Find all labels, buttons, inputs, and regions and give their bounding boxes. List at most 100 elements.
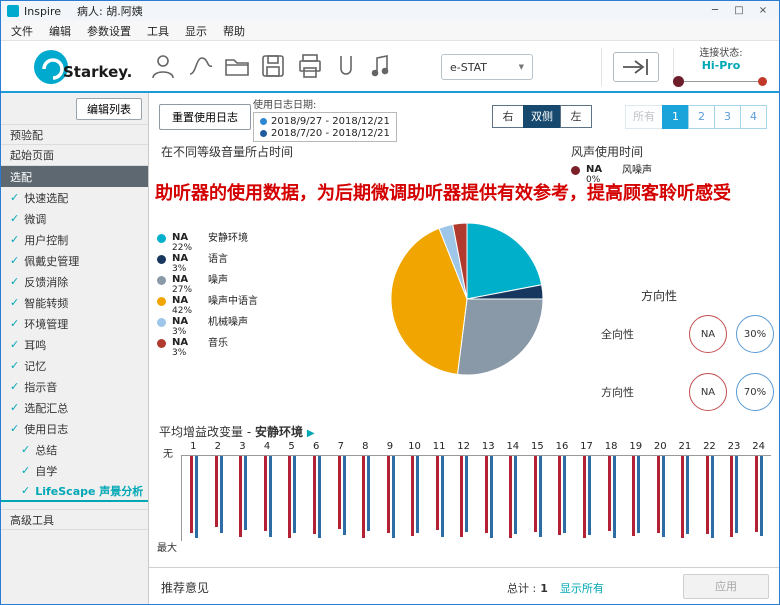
- gain-bar-右: [436, 456, 439, 530]
- gain-bar-右: [387, 456, 390, 533]
- sidebar-item-15[interactable]: ✓总结: [1, 439, 148, 460]
- audiogram-icon[interactable]: [187, 52, 215, 80]
- open-folder-icon[interactable]: [223, 52, 251, 80]
- side-button-1[interactable]: 双侧: [523, 105, 561, 128]
- side-button-2[interactable]: 左: [560, 105, 592, 128]
- side-toggle-group: 右双侧左: [493, 105, 592, 128]
- quickfit-icon[interactable]: [332, 52, 360, 80]
- sidebar-item-label: 反馈消除: [24, 274, 68, 290]
- directionality-na-circle: NA: [689, 373, 727, 411]
- gain-channel-number: 4: [255, 441, 280, 455]
- check-icon: ✓: [10, 296, 19, 309]
- sidebar-item-10[interactable]: ✓耳鸣: [1, 334, 148, 355]
- menu-item-1[interactable]: 编辑: [41, 21, 79, 41]
- sidebar-item-label: 微调: [24, 211, 46, 227]
- memory-button-2[interactable]: 2: [688, 105, 715, 129]
- gain-channel-number: 18: [599, 441, 624, 455]
- check-icon: ✓: [10, 401, 19, 414]
- legend-na: NA: [172, 254, 208, 264]
- sidebar-item-8[interactable]: ✓智能转频: [1, 292, 148, 313]
- sidebar-item-18[interactable]: 高级工具: [1, 509, 148, 530]
- check-icon: ✓: [10, 233, 19, 246]
- footer-bar: 推荐意见 总计 :1显示所有 应用: [149, 567, 779, 604]
- legend-dot-icon: [157, 255, 166, 264]
- gain-channel-number: 3: [230, 441, 255, 455]
- print-icon[interactable]: [296, 52, 324, 80]
- sidebar-item-16[interactable]: ✓自学: [1, 460, 148, 481]
- total-value: 1: [540, 582, 548, 595]
- patient-icon[interactable]: [149, 52, 177, 80]
- sidebar-item-17[interactable]: ✓LifeScape 声景分析: [1, 481, 148, 502]
- gain-section-title: 平均增益改变量 - 安静环境 ▶: [159, 423, 315, 440]
- close-button[interactable]: ×: [751, 3, 775, 19]
- gain-bar-左: [514, 456, 517, 534]
- gain-channel-8: [354, 456, 379, 541]
- memory-button-4[interactable]: 4: [740, 105, 767, 129]
- gain-channel-number: 8: [353, 441, 378, 455]
- sidebar-item-3[interactable]: ✓快速选配: [1, 187, 148, 208]
- gain-channel-3: [231, 456, 256, 541]
- menu-item-0[interactable]: 文件: [3, 21, 41, 41]
- sidebar-item-label: LifeScape 声景分析: [35, 483, 143, 499]
- brand-text: Starkey.: [63, 63, 132, 81]
- legend-item-4: NA3%机械噪声: [157, 317, 258, 338]
- legend-item-2: NA27%噪声: [157, 275, 258, 296]
- minimize-button[interactable]: ─: [703, 3, 727, 19]
- sidebar-item-label: 自学: [35, 463, 57, 479]
- legend-percent: 22%: [172, 243, 208, 253]
- sidebar-item-7[interactable]: ✓反馈消除: [1, 271, 148, 292]
- sidebar-item-13[interactable]: ✓选配汇总: [1, 397, 148, 418]
- show-all-link[interactable]: 显示所有: [560, 582, 604, 595]
- menu-item-2[interactable]: 参数设置: [79, 21, 139, 41]
- sidebar-item-2[interactable]: 选配: [1, 166, 148, 187]
- program-transfer-button[interactable]: [613, 52, 659, 82]
- gain-channel-number: 23: [722, 441, 747, 455]
- apply-button[interactable]: 应用: [683, 574, 769, 599]
- menu-item-3[interactable]: 工具: [139, 21, 177, 41]
- sidebar-item-1[interactable]: 起始页面: [1, 145, 148, 166]
- sidebar-list: 预验配起始页面选配✓快速选配✓微调✓用户控制✓佩戴史管理✓反馈消除✓智能转频✓环…: [1, 124, 148, 530]
- connection-status: 连接状态: Hi-Pro: [671, 44, 771, 89]
- sidebar-item-0[interactable]: 预验配: [1, 124, 148, 145]
- gain-channel-4: [256, 456, 281, 541]
- titlebar: Inspire 病人: 胡.阿姨 ─ □ ×: [1, 1, 779, 21]
- gain-bar-右: [706, 456, 709, 534]
- maximize-button[interactable]: □: [727, 3, 751, 19]
- reset-usage-log-button[interactable]: 重置使用日志: [159, 104, 251, 130]
- media-player-icon[interactable]: [367, 52, 395, 80]
- gain-bar-右: [657, 456, 660, 533]
- side-button-0[interactable]: 右: [492, 105, 524, 128]
- date-range-text: 2018/7/20 - 2018/12/21: [271, 128, 390, 139]
- memory-button-0[interactable]: 所有: [625, 105, 663, 129]
- gain-bar-左: [662, 456, 665, 537]
- gain-channel-16: [550, 456, 575, 541]
- gain-channel-number: 6: [304, 441, 329, 455]
- connection-status-value: Hi-Pro: [671, 59, 771, 72]
- usage-date-row-0: 2018/9/27 - 2018/12/21: [260, 115, 390, 127]
- menubar: 文件编辑参数设置工具显示帮助: [1, 21, 779, 41]
- expand-arrow-icon[interactable]: ▶: [307, 428, 315, 439]
- gain-channel-number: 2: [206, 441, 231, 455]
- gain-channel-number: 7: [328, 441, 353, 455]
- connection-indicator: [671, 75, 771, 89]
- sidebar-item-5[interactable]: ✓用户控制: [1, 229, 148, 250]
- gain-bar-右: [583, 456, 586, 538]
- sidebar-item-6[interactable]: ✓佩戴史管理: [1, 250, 148, 271]
- wind-na: NA: [586, 165, 622, 175]
- gain-channel-number: 1: [181, 441, 206, 455]
- sidebar-item-11[interactable]: ✓记忆: [1, 355, 148, 376]
- menu-item-5[interactable]: 帮助: [215, 21, 253, 41]
- menu-item-4[interactable]: 显示: [177, 21, 215, 41]
- memory-button-3[interactable]: 3: [714, 105, 741, 129]
- sidebar-item-9[interactable]: ✓环境管理: [1, 313, 148, 334]
- sidebar-item-label: 选配: [10, 169, 32, 185]
- edit-list-button[interactable]: 编辑列表: [76, 98, 142, 120]
- sidebar-item-12[interactable]: ✓指示音: [1, 376, 148, 397]
- sidebar-item-4[interactable]: ✓微调: [1, 208, 148, 229]
- estat-dropdown[interactable]: e-STAT ▼: [441, 54, 533, 80]
- legend-na: NA: [172, 338, 208, 348]
- memory-button-1[interactable]: 1: [662, 105, 689, 129]
- memory-button-group: 所有1234: [626, 105, 767, 129]
- sidebar-item-14[interactable]: ✓使用日志: [1, 418, 148, 439]
- save-icon[interactable]: [259, 52, 287, 80]
